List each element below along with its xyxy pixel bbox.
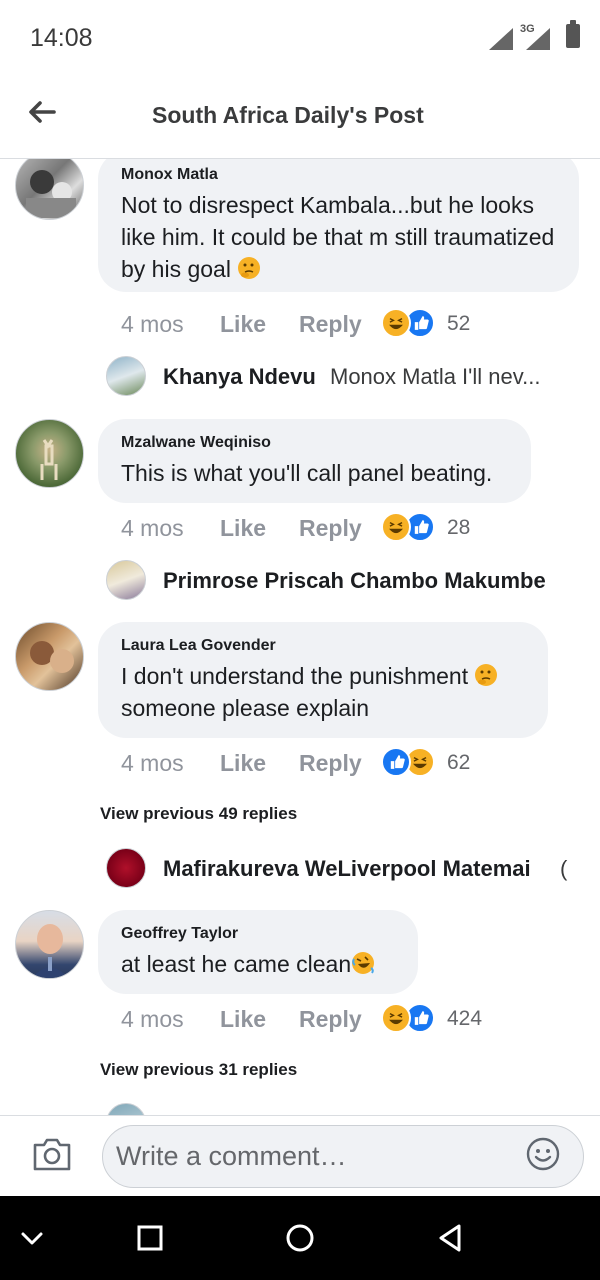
comment-bubble[interactable]: Monox Matla Not to disrespect Kambala...… [98, 159, 579, 292]
arrow-left-icon[interactable] [26, 96, 58, 128]
like-reaction-icon [381, 747, 411, 777]
reply-author[interactable]: Primrose Priscah Chambo Makumbe [163, 568, 546, 594]
signal-icon [526, 28, 550, 50]
reaction-count: 28 [447, 516, 471, 539]
reply-author[interactable]: Mafirakureva WeLiverpool Matemai [163, 856, 531, 882]
reply-snippet: Monox Matla I'll nev... [330, 364, 541, 389]
view-previous-replies-link[interactable]: View previous 49 replies [100, 804, 297, 824]
comment-author[interactable]: Geoffrey Taylor [121, 924, 396, 944]
smiley-icon[interactable] [526, 1137, 560, 1171]
avatar[interactable] [106, 560, 146, 600]
comment-actions: 4 mos Like Reply 62 [121, 747, 470, 779]
comment-input[interactable] [102, 1125, 584, 1188]
home-circle-icon[interactable] [284, 1222, 316, 1254]
avatar[interactable] [15, 159, 84, 220]
reaction-count: 424 [447, 1007, 483, 1030]
reply-author[interactable]: Khanya Ndevu [163, 364, 316, 390]
comment-bubble[interactable]: Geoffrey Taylor at least he came clean [98, 910, 418, 994]
view-previous-replies-link[interactable]: View previous 31 replies [100, 1060, 297, 1080]
post-header: South Africa Daily's Post [0, 76, 600, 159]
comment-text: I don't understand the punishment someon… [121, 660, 526, 724]
thinking-face-icon [238, 257, 261, 279]
signal-icon [489, 28, 513, 50]
page-title: South Africa Daily's Post [152, 102, 424, 128]
haha-reaction-icon [381, 1003, 411, 1033]
like-button[interactable]: Like [220, 1006, 299, 1033]
comment-actions: 4 mos Like Reply 424 [121, 1003, 482, 1035]
like-button[interactable]: Like [220, 311, 299, 338]
comment-time[interactable]: 4 mos [121, 750, 220, 777]
comment-time[interactable]: 4 mos [121, 515, 220, 542]
reply-preview[interactable]: Mafirakureva WeLiverpool Matemai ( [0, 848, 600, 892]
reply-button[interactable]: Reply [299, 515, 381, 542]
comment-author[interactable]: Mzalwane Weqiniso [121, 433, 509, 453]
like-button[interactable]: Like [220, 750, 299, 777]
chevron-down-icon[interactable] [16, 1222, 48, 1254]
reply-snippet: ( [560, 856, 568, 881]
haha-reaction-icon [381, 512, 411, 542]
reply-button[interactable]: Reply [299, 311, 381, 338]
reactions[interactable] [381, 308, 441, 340]
reactions[interactable] [381, 747, 441, 779]
avatar[interactable] [106, 356, 146, 396]
comment-text: at least he came clean [121, 948, 396, 980]
avatar[interactable] [15, 622, 84, 691]
comment-time[interactable]: 4 mos [121, 1006, 220, 1033]
comment-bubble[interactable]: Laura Lea Govender I don't understand th… [98, 622, 548, 738]
comments-list[interactable]: Monox Matla Not to disrespect Kambala...… [0, 159, 600, 1115]
reactions[interactable] [381, 1003, 441, 1035]
avatar-photo [31, 924, 69, 978]
back-triangle-icon[interactable] [434, 1222, 466, 1254]
camera-icon[interactable] [32, 1136, 72, 1172]
comment-text: This is what you'll call panel beating. [121, 460, 493, 486]
reply-button[interactable]: Reply [299, 1006, 381, 1033]
comment-actions: 4 mos Like Reply 28 [121, 512, 470, 544]
reactions[interactable] [381, 512, 441, 544]
reaction-count: 52 [447, 312, 471, 335]
avatar-photo [26, 170, 76, 218]
status-time: 14:08 [30, 24, 93, 52]
avatar[interactable] [106, 1103, 146, 1115]
avatar-photo [30, 641, 74, 673]
like-button[interactable]: Like [220, 515, 299, 542]
system-nav-bar [0, 1196, 600, 1280]
comment-author[interactable]: Monox Matla [121, 165, 557, 185]
comment-composer [0, 1115, 600, 1196]
reply-button[interactable]: Reply [299, 750, 381, 777]
reaction-count: 62 [447, 751, 471, 774]
haha-reaction-icon [381, 308, 411, 338]
status-bar: 14:08 3G [0, 0, 600, 76]
avatar[interactable] [106, 848, 146, 888]
rolling-laughing-icon [352, 952, 375, 974]
comment-author[interactable]: Laura Lea Govender [121, 636, 526, 656]
comment-text: Not to disrespect Kambala...but he looks… [121, 192, 555, 282]
avatar-photo [40, 439, 58, 480]
thinking-face-icon [475, 664, 498, 686]
reply-preview[interactable]: Khanya Ndevu Monox Matla I'll nev... [0, 356, 600, 400]
comment-time[interactable]: 4 mos [121, 311, 220, 338]
reply-preview[interactable]: Primrose Priscah Chambo Makumbe [0, 560, 600, 604]
comment-bubble[interactable]: Mzalwane Weqiniso This is what you'll ca… [98, 419, 531, 503]
avatar[interactable] [15, 910, 84, 979]
recents-square-icon[interactable] [134, 1222, 166, 1254]
comment-actions: 4 mos Like Reply 52 [121, 308, 470, 340]
battery-icon [566, 20, 580, 48]
avatar[interactable] [15, 419, 84, 488]
